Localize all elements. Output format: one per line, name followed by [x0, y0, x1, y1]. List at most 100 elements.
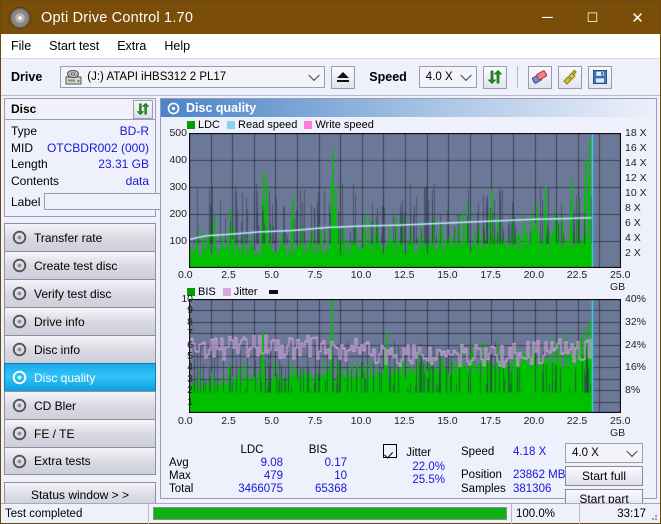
top-chart: LDC Read speed Write speed — [161, 117, 656, 285]
disc-quality-icon — [167, 102, 180, 115]
sidebar-item-fe-te[interactable]: FE / TE — [4, 419, 156, 447]
sidebar-item-disc-info[interactable]: Disc info — [4, 335, 156, 363]
content-pane: Disc quality LDC Read speed — [159, 96, 660, 502]
axis-tick-label: 12 X — [625, 172, 651, 184]
speed-select[interactable]: 4.0 X — [419, 66, 477, 88]
legend-label: LDC — [198, 119, 220, 131]
legend-label: Read speed — [238, 119, 297, 131]
maximize-icon[interactable]: ☐ — [570, 1, 615, 34]
sidebar-item-disc-quality[interactable]: Disc quality — [4, 363, 156, 391]
axis-tick-label: 7 — [167, 327, 193, 339]
disc-mid-value: OTCBDR002 (000) — [47, 140, 149, 157]
disc-row-type: Type BD-R — [11, 123, 149, 140]
erase-button[interactable] — [528, 66, 552, 89]
axis-tick-label: 20.0 — [524, 415, 550, 427]
axis-tick-label: 20.0 — [524, 269, 550, 281]
axis-tick-label: 300 — [161, 181, 187, 193]
disc-label-key: Label — [11, 195, 40, 209]
axis-tick-label: 200 — [161, 208, 187, 220]
speed-label: Speed — [369, 70, 407, 84]
sidebar-item-label: Disc info — [34, 343, 80, 357]
test-speed-value: 4.0 X — [572, 447, 599, 459]
disc-row-mid: MID OTCBDR002 (000) — [11, 140, 149, 157]
jitter-avg-value: 22.0% — [383, 461, 445, 473]
resize-grip[interactable] — [648, 511, 658, 521]
disc-label-row: Label — [11, 192, 149, 211]
chevron-down-icon — [460, 70, 471, 81]
toolbar-separator — [517, 66, 518, 88]
sidebar-item-cd-bler[interactable]: CD Bler — [4, 391, 156, 419]
disc-icon — [12, 342, 27, 357]
drive-select[interactable]: (J:) ATAPI iHBS312 2 PL17 — [60, 66, 325, 88]
test-speed-select[interactable]: 4.0 X — [565, 443, 643, 463]
axis-tick-label: 24% — [625, 339, 651, 351]
sidebar-item-verify-test-disc[interactable]: Verify test disc — [4, 279, 156, 307]
app-disc-icon — [9, 7, 31, 29]
disc-contents-value: data — [126, 173, 149, 190]
drive-toolbar: Drive (J:) ATAPI iHBS312 2 PL17 Speed 4.… — [1, 59, 660, 96]
drive-icon — [65, 70, 82, 85]
jitter-checkbox[interactable] — [383, 444, 397, 458]
legend-label: BIS — [198, 286, 216, 298]
disc-icon — [12, 314, 27, 329]
axis-tick-label: 9 — [167, 304, 193, 316]
connect-button[interactable] — [558, 66, 582, 89]
status-bar: Test completed 100.0% 33:17 — [1, 503, 660, 523]
start-full-button[interactable]: Start full — [565, 466, 643, 486]
table-row: Max 479 10 — [169, 470, 353, 483]
stats-total-bis: 65368 — [289, 483, 353, 496]
axis-tick-label: 100 — [161, 235, 187, 247]
axis-tick-label: 17.5 — [480, 269, 506, 281]
axis-tick-label: 2 X — [625, 247, 651, 259]
axis-tick-label: 40% — [625, 293, 651, 305]
speed-readout-value: 4.18 X — [513, 446, 546, 458]
axis-tick-label: 4 — [167, 361, 193, 373]
axis-tick-label: 8 — [167, 316, 193, 328]
controls-readout: Speed 4.18 X Position 23862 MB Samples 3… — [461, 446, 565, 495]
menu-item-help[interactable]: Help — [164, 39, 190, 53]
axis-tick-label: 6 — [167, 339, 193, 351]
legend-item-read-speed: Read speed — [227, 119, 297, 131]
legend-marker-icon — [269, 290, 278, 294]
legend-label: Write speed — [315, 119, 374, 131]
axis-tick-label: 14 X — [625, 157, 651, 169]
refresh-button[interactable] — [483, 66, 507, 89]
sidebar-item-transfer-rate[interactable]: Transfer rate — [4, 223, 156, 251]
menu-item-start-test[interactable]: Start test — [49, 39, 99, 53]
disc-icon — [12, 426, 27, 441]
menu-item-extra[interactable]: Extra — [117, 39, 146, 53]
disc-refresh-button[interactable] — [133, 100, 153, 119]
eject-button[interactable] — [331, 66, 355, 89]
legend-swatch — [187, 121, 195, 129]
top-chart-legend: LDC Read speed Write speed — [161, 118, 374, 132]
sidebar-item-label: CD Bler — [34, 399, 76, 413]
sidebar-item-drive-info[interactable]: Drive info — [4, 307, 156, 335]
sidebar: Disc Type BD-R MID OTCB — [1, 96, 159, 502]
progress-fill — [154, 508, 506, 519]
close-icon[interactable]: ✕ — [615, 1, 660, 34]
samples-readout-key: Samples — [461, 483, 513, 495]
axis-tick-label: 5.0 — [264, 269, 290, 281]
speed-select-value: 4.0 X — [426, 71, 453, 83]
sidebar-item-create-test-disc[interactable]: Create test disc — [4, 251, 156, 279]
eraser-icon — [531, 69, 548, 85]
menu-item-file[interactable]: File — [11, 39, 31, 53]
axis-tick-label: 12.5 — [394, 415, 420, 427]
legend-swatch — [304, 121, 312, 129]
stats-col-bis: BIS — [289, 444, 353, 457]
progress-percent: 100.0% — [511, 504, 579, 524]
position-readout-value: 23862 MB — [513, 469, 565, 481]
stats-table: LDC BIS Avg 9.08 0.17 Max 479 10 — [169, 444, 353, 496]
legend-item-ldc: LDC — [187, 119, 220, 131]
axis-tick-label: 2.5 — [221, 269, 247, 281]
disc-icon — [12, 454, 27, 469]
disc-properties: Type BD-R MID OTCBDR002 (000) Length 23.… — [5, 120, 155, 216]
chevron-down-icon — [626, 446, 637, 457]
legend-swatch — [223, 288, 231, 296]
axis-tick-label: 16% — [625, 361, 651, 373]
sidebar-item-label: Create test disc — [34, 259, 117, 273]
axis-tick-label: 10.0 — [351, 269, 377, 281]
minimize-icon[interactable]: ─ — [525, 1, 570, 34]
save-button[interactable] — [588, 66, 612, 89]
sidebar-item-extra-tests[interactable]: Extra tests — [4, 447, 156, 475]
